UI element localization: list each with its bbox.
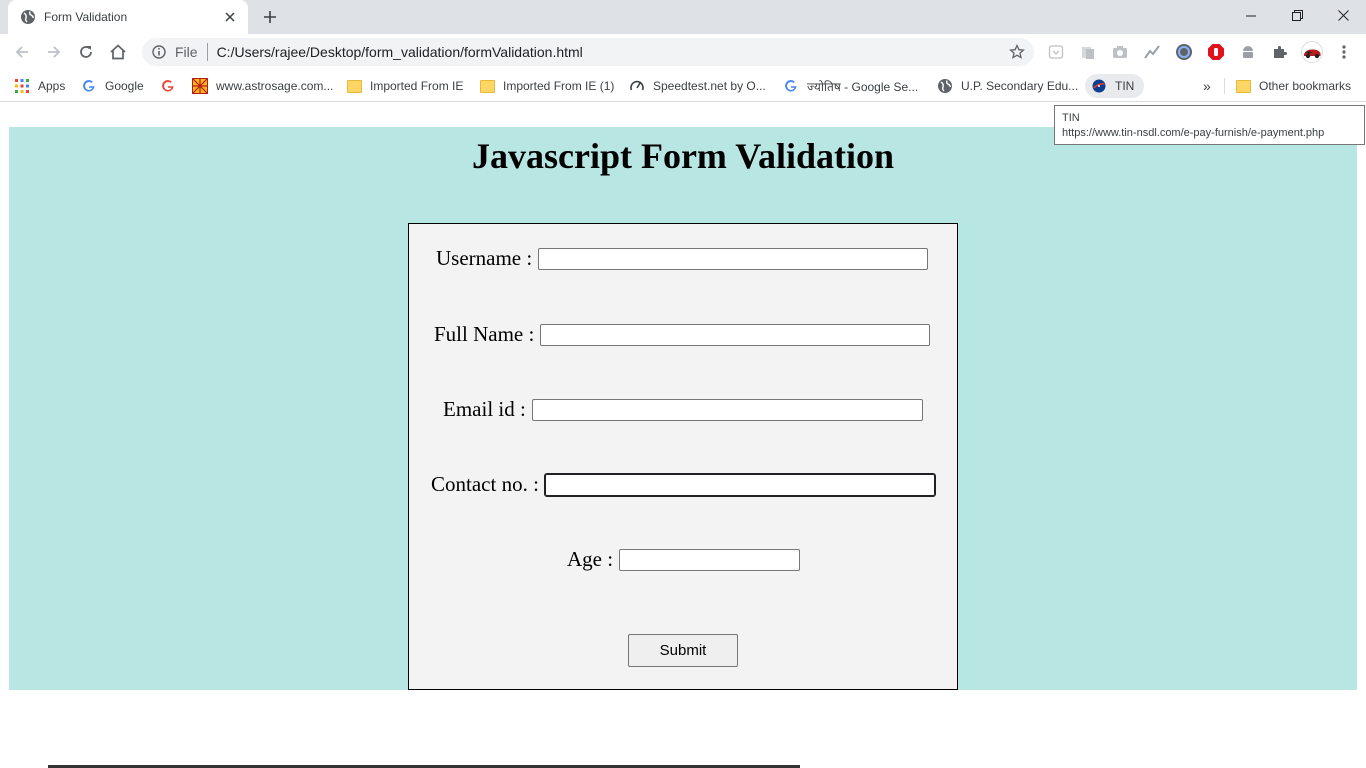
browser-tab[interactable]: Form Validation [8, 0, 248, 34]
globe-icon [20, 9, 36, 25]
fullname-label: Full Name : [434, 322, 535, 346]
menu-kebab-icon[interactable] [1334, 42, 1354, 62]
bookmark-other[interactable]: Other bookmarks [1235, 74, 1351, 98]
bookmark-label: www.astrosage.com... [216, 79, 334, 93]
globe-icon [937, 78, 953, 94]
username-row: Username : [436, 246, 929, 271]
validation-form [408, 223, 958, 690]
close-window-icon[interactable] [1320, 0, 1366, 30]
speedometer-icon [629, 78, 645, 94]
bookmark-google-2[interactable] [160, 74, 184, 98]
pulse-extension-icon[interactable] [1142, 42, 1162, 62]
bookmark-label: Imported From IE (1) [503, 79, 615, 93]
bookmark-up-secondary[interactable]: U.P. Secondary Edu... [937, 74, 1078, 98]
reload-icon[interactable] [74, 40, 98, 64]
bookmark-astrosage[interactable]: www.astrosage.com... [192, 74, 333, 98]
bookmark-tooltip: TIN https://www.tin-nsdl.com/e-pay-furni… [1054, 105, 1365, 145]
bookmark-label: Other bookmarks [1259, 79, 1352, 93]
age-row: Age : [567, 547, 801, 572]
bookmark-jyotish[interactable]: ज्योतिष - Google Se... [783, 74, 918, 98]
info-icon[interactable] [151, 44, 167, 60]
home-icon[interactable] [106, 40, 130, 64]
astrosage-icon [192, 78, 208, 94]
tab-close-icon[interactable] [222, 9, 238, 25]
address-bar[interactable]: File C:/Users/rajee/Desktop/form_validat… [142, 38, 1034, 66]
bookmark-label: Imported From IE [370, 79, 464, 93]
google-icon [160, 78, 176, 94]
folder-icon [479, 78, 495, 94]
fullname-input[interactable] [540, 323, 931, 346]
tab-title: Form Validation [44, 10, 128, 24]
username-label: Username : [436, 246, 533, 270]
bookmark-folder-ie[interactable]: Imported From IE [346, 74, 463, 98]
bookmarks-divider [1224, 78, 1225, 94]
forward-arrow-icon[interactable] [42, 40, 66, 64]
bookmark-star-icon[interactable] [1008, 43, 1026, 61]
age-label: Age : [567, 547, 614, 571]
bookmark-label: TIN [1115, 79, 1135, 93]
submit-button[interactable]: Submit [628, 634, 738, 667]
fullname-row: Full Name : [434, 322, 931, 347]
email-input[interactable] [531, 398, 923, 421]
address-url[interactable]: C:/Users/rajee/Desktop/form_validation/f… [217, 44, 583, 60]
bookmark-speedtest[interactable]: Speedtest.net by O... [629, 74, 766, 98]
more-bookmarks-chevron-icon[interactable]: » [1203, 74, 1211, 98]
back-arrow-icon[interactable] [10, 40, 34, 64]
folder-icon [346, 78, 362, 94]
contact-input[interactable] [543, 472, 936, 497]
bookmark-apps[interactable]: Apps [14, 74, 65, 98]
adblock-extension-icon[interactable] [1206, 42, 1226, 62]
bookmark-folder-ie-1[interactable]: Imported From IE (1) [479, 74, 614, 98]
bookmark-label: Speedtest.net by O... [653, 79, 766, 93]
bookmarks-bar: Apps Google www.astrosage.com... Importe… [0, 70, 1366, 102]
minimize-icon[interactable] [1228, 0, 1274, 30]
clipboard-extension-icon[interactable] [1078, 42, 1098, 62]
tooltip-title: TIN [1062, 112, 1080, 124]
bookmark-label: Google [105, 79, 144, 93]
browser-toolbar: File C:/Users/rajee/Desktop/form_validat… [0, 34, 1366, 70]
address-separator [206, 43, 208, 61]
tab-strip: Form Validation [0, 0, 1366, 34]
bookmark-label: Apps [38, 79, 66, 93]
email-row: Email id : [443, 397, 923, 422]
bookmark-google[interactable]: Google [81, 74, 144, 98]
camera-extension-icon[interactable] [1110, 42, 1130, 62]
nasa-icon [1091, 78, 1107, 94]
username-input[interactable] [538, 247, 929, 270]
apps-grid-icon [14, 78, 30, 94]
email-label: Email id : [443, 397, 526, 421]
contact-row: Contact no. : [431, 472, 936, 497]
android-extension-icon[interactable] [1238, 42, 1258, 62]
age-input[interactable] [619, 548, 801, 571]
google-icon [783, 78, 799, 94]
sync-extension-icon[interactable] [1174, 42, 1194, 62]
address-scheme: File [175, 44, 198, 60]
restore-icon[interactable] [1274, 0, 1320, 30]
bookmark-label: ज्योतिष - Google Se... [807, 79, 919, 94]
pocket-extension-icon[interactable] [1046, 42, 1066, 62]
bookmark-label: U.P. Secondary Edu... [961, 79, 1079, 93]
contact-label: Contact no. : [431, 472, 539, 496]
new-tab-icon[interactable] [258, 6, 282, 28]
folder-icon [1235, 78, 1251, 94]
bookmark-tin[interactable]: TIN [1085, 74, 1145, 98]
tooltip-url: https://www.tin-nsdl.com/e-pay-furnish/e… [1062, 127, 1325, 139]
profile-avatar[interactable] [1300, 41, 1324, 63]
extensions-puzzle-icon[interactable] [1270, 42, 1290, 62]
google-icon [81, 78, 97, 94]
